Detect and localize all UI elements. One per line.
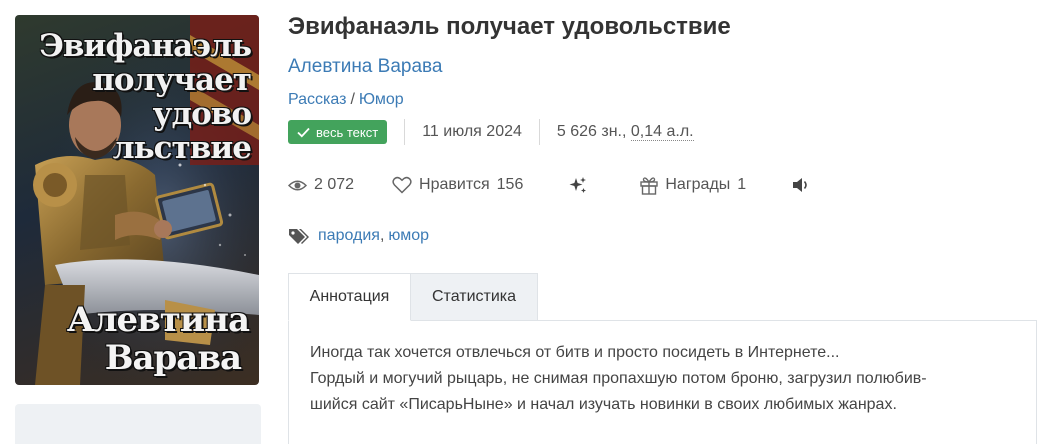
genre-breadcrumb: Рассказ / Юмор — [288, 91, 404, 109]
tab-annotation[interactable]: Аннотация — [288, 273, 411, 321]
book-title: Эвифанаэль получает удовольствие — [288, 13, 731, 40]
sparkle-icon — [569, 176, 587, 193]
divider — [538, 119, 540, 145]
tab-statistics[interactable]: Статистика — [411, 273, 538, 321]
tags-row: пародия, юмор — [288, 224, 429, 248]
cover-title-line: получает — [92, 62, 252, 98]
annotation-line: Иногда так хочется отвлечься от битв и п… — [310, 344, 840, 361]
awards-count: 1 — [737, 176, 747, 193]
book-cover[interactable]: Эвифанаэль получает удово льствие Алевти… — [15, 15, 259, 385]
views-stat: 2 072 — [288, 176, 354, 194]
awards-button[interactable]: Награды 1 — [640, 176, 746, 195]
like-button[interactable]: Нравится 156 — [392, 176, 523, 194]
cover-author-line: Алевтина — [66, 300, 250, 340]
cover-author: Алевтина Варава — [19, 300, 250, 378]
genre-link-humor[interactable]: Юмор — [359, 91, 404, 108]
eye-icon — [288, 180, 307, 190]
genre-link-story[interactable]: Рассказ — [288, 91, 346, 108]
text-size-chars: 5 626 зн., — [556, 123, 627, 140]
check-icon — [297, 127, 310, 137]
annotation-line: шийся сайт «ПисарьНыне» и начал изучать … — [310, 396, 897, 413]
awards-label: Награды — [665, 176, 731, 193]
publish-date: 11 июля 2024 — [422, 123, 522, 140]
annotation-panel: Иногда так хочется отвлечься от битв и п… — [288, 320, 1037, 444]
text-size-al[interactable]: 0,14 а.л. — [630, 123, 694, 141]
cover-title-line: удово — [152, 96, 252, 132]
status-badge-label: весь текст — [316, 124, 379, 140]
tag-link[interactable]: пародия — [318, 227, 380, 244]
cover-title-line: Эвифанаэль — [39, 28, 252, 64]
meta-row: весь текст 11 июля 2024 5 626 зн., 0,14 … — [288, 119, 694, 145]
status-badge: весь текст — [288, 120, 388, 144]
tabs: Аннотация Статистика — [288, 273, 538, 321]
tag-link[interactable]: юмор — [388, 227, 429, 244]
cover-author-line: Варава — [104, 338, 242, 378]
speaker-icon — [793, 178, 807, 192]
tag-separator: , — [379, 227, 385, 244]
genre-separator: / — [350, 91, 355, 108]
book-page: Эвифанаэль получает удово льствие Алевти… — [0, 0, 1042, 444]
author-link[interactable]: Алевтина Варава — [288, 56, 442, 78]
sparkle-button[interactable] — [568, 176, 588, 195]
cover-title-line: льствие — [112, 130, 252, 166]
tags-icon — [289, 229, 309, 244]
like-count: 156 — [496, 176, 524, 193]
sidebar-panel — [15, 404, 261, 444]
audio-button[interactable] — [792, 177, 810, 193]
annotation-line: Гордый и могучий рыцарь, не снимая пропа… — [310, 370, 927, 387]
divider — [404, 119, 406, 145]
gift-icon — [640, 176, 659, 195]
text-size: 5 626 зн., 0,14 а.л. — [557, 123, 694, 141]
annotation-text: Иногда так хочется отвлечься от битв и п… — [310, 340, 1010, 418]
heart-icon — [392, 176, 412, 194]
stats-row: 2 072 Нравится 156 Награды 1 — [288, 173, 810, 197]
cover-title: Эвифанаэль получает удово льствие — [21, 28, 252, 166]
views-count: 2 072 — [314, 176, 355, 193]
like-label: Нравится — [419, 176, 490, 193]
